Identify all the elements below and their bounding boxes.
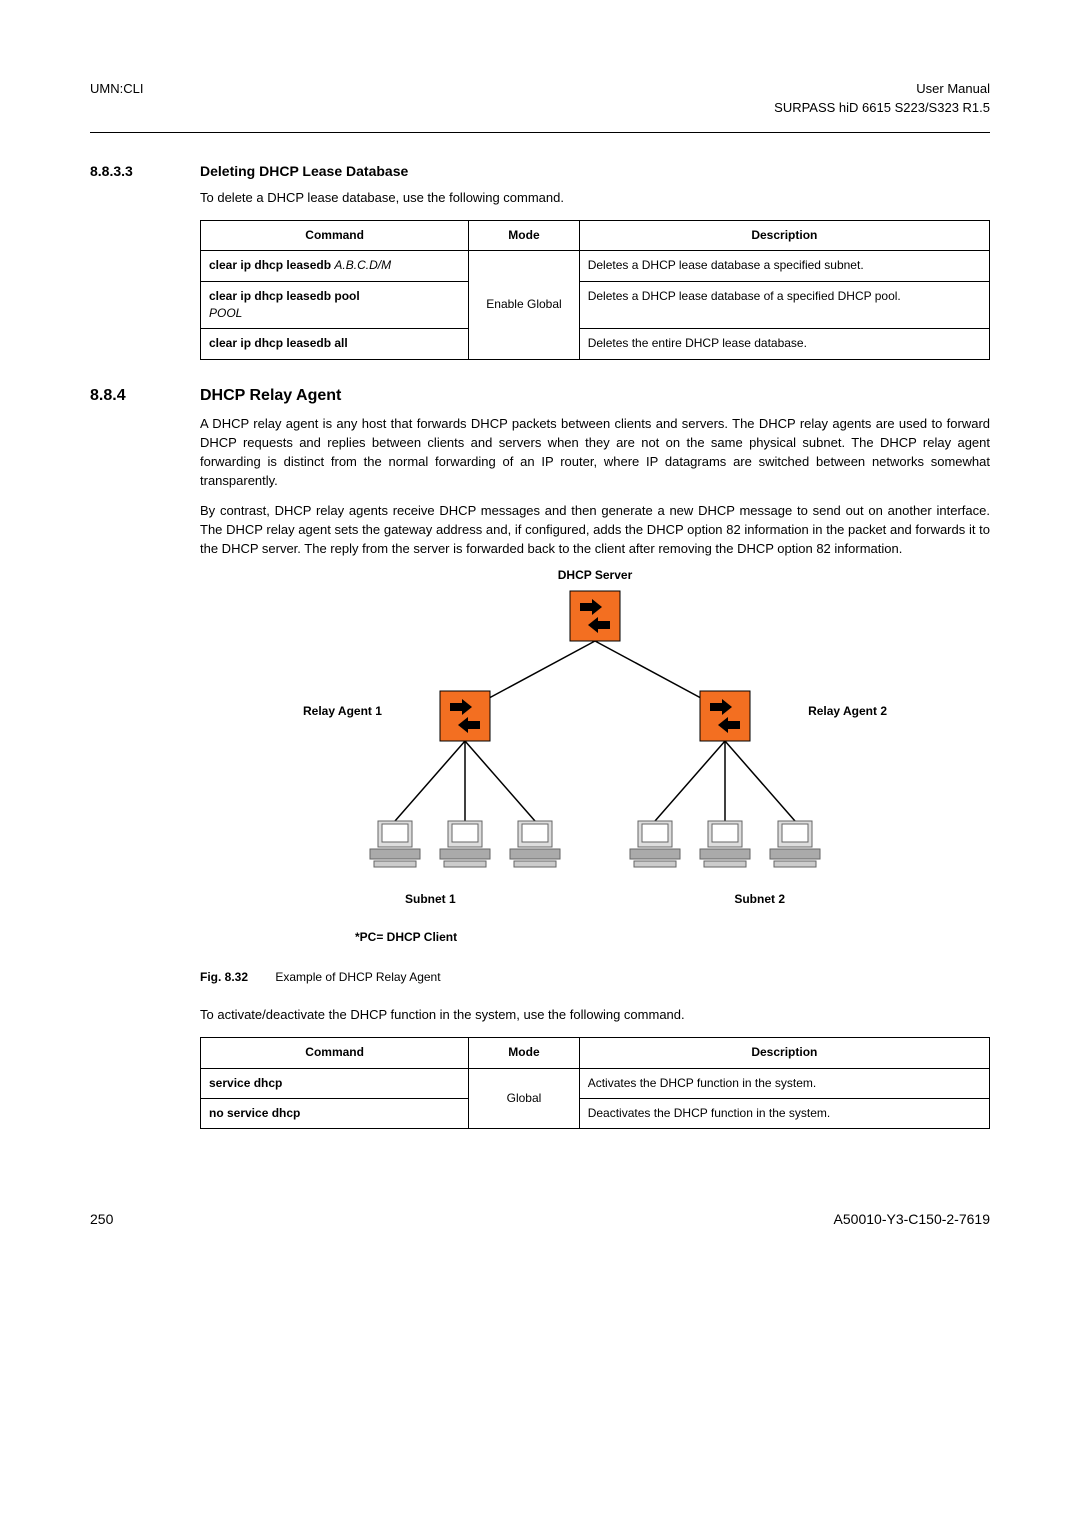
section2-p2: By contrast, DHCP relay agents receive D… [200, 502, 990, 559]
diagram-label-note: *PC= DHCP Client [355, 929, 457, 946]
table1-header-command: Command [201, 220, 469, 250]
figure-number: Fig. 8.32 [200, 970, 248, 984]
pc-icon [440, 821, 490, 867]
table-row: clear ip dhcp leasedb pool POOL Deletes a… [201, 281, 990, 329]
cell-cmd: clear ip dhcp leasedb all [209, 336, 348, 350]
header-divider [90, 132, 990, 133]
pc-icon [630, 821, 680, 867]
cell-mode: Global [469, 1068, 579, 1129]
section2-p1: A DHCP relay agent is any host that forw… [200, 415, 990, 490]
header-right: User Manual SURPASS hiD 6615 S223/S323 R… [774, 80, 990, 118]
relay-diagram: DHCP Server Relay Agent 1 Relay Agent 2 … [275, 571, 915, 951]
pc-icon [770, 821, 820, 867]
table-service-dhcp: Command Mode Description service dhcp Gl… [200, 1037, 990, 1129]
cell-cmd-arg: POOL [209, 306, 242, 320]
section-number: 8.8.3.3 [90, 161, 200, 181]
table1-header-mode: Mode [469, 220, 579, 250]
section-8-8-4-heading: 8.8.4 DHCP Relay Agent [90, 384, 990, 407]
cell-desc: Activates the DHCP function in the syste… [579, 1068, 989, 1098]
page-header: UMN:CLI User Manual SURPASS hiD 6615 S22… [90, 80, 990, 118]
cell-desc: Deletes the entire DHCP lease database. [579, 329, 989, 359]
footer-page-number: 250 [90, 1209, 113, 1229]
diagram-label-relay1: Relay Agent 1 [303, 703, 382, 720]
section-title: DHCP Relay Agent [200, 384, 341, 407]
network-diagram-svg [275, 571, 915, 951]
diagram-label-dhcp-server: DHCP Server [558, 567, 632, 584]
table1-header-description: Description [579, 220, 989, 250]
diagram-label-relay2: Relay Agent 2 [808, 703, 887, 720]
table2-intro: To activate/deactivate the DHCP function… [200, 1006, 990, 1025]
figure-caption-text: Example of DHCP Relay Agent [275, 970, 440, 984]
section-title: Deleting DHCP Lease Database [200, 161, 408, 181]
pc-icon [700, 821, 750, 867]
section-number: 8.8.4 [90, 384, 200, 407]
header-right-line2: SURPASS hiD 6615 S223/S323 R1.5 [774, 99, 990, 118]
table2-header-command: Command [201, 1038, 469, 1068]
table2-header-description: Description [579, 1038, 989, 1068]
table-row: no service dhcp Deactivates the DHCP fun… [201, 1098, 990, 1128]
diagram-label-subnet1: Subnet 1 [405, 891, 456, 908]
header-right-line1: User Manual [774, 80, 990, 99]
cell-desc: Deactivates the DHCP function in the sys… [579, 1098, 989, 1128]
cell-cmd: clear ip dhcp leasedb [209, 258, 334, 272]
section-8-8-3-3-heading: 8.8.3.3 Deleting DHCP Lease Database [90, 161, 990, 181]
cell-cmd: no service dhcp [209, 1106, 300, 1120]
diagram-label-subnet2: Subnet 2 [734, 891, 785, 908]
table-row: clear ip dhcp leasedb all Deletes the en… [201, 329, 990, 359]
cell-desc: Deletes a DHCP lease database a specifie… [579, 251, 989, 281]
footer-doc-number: A50010-Y3-C150-2-7619 [834, 1209, 990, 1229]
pc-icon [370, 821, 420, 867]
table-row: service dhcp Global Activates the DHCP f… [201, 1068, 990, 1098]
router-icon [440, 691, 490, 741]
cell-cmd: service dhcp [209, 1076, 282, 1090]
table2-header-mode: Mode [469, 1038, 579, 1068]
table-delete-lease: Command Mode Description clear ip dhcp l… [200, 220, 990, 360]
cell-cmd-arg: A.B.C.D/M [334, 258, 391, 272]
section1-intro: To delete a DHCP lease database, use the… [200, 189, 990, 208]
pc-icon [510, 821, 560, 867]
cell-desc: Deletes a DHCP lease database of a speci… [579, 281, 989, 329]
cell-cmd: clear ip dhcp leasedb pool [209, 289, 360, 303]
cell-mode: Enable Global [469, 251, 579, 360]
router-icon [700, 691, 750, 741]
router-icon [570, 591, 620, 641]
table-row: clear ip dhcp leasedb A.B.C.D/M Enable G… [201, 251, 990, 281]
figure-caption: Fig. 8.32 Example of DHCP Relay Agent [200, 969, 990, 986]
page-footer: 250 A50010-Y3-C150-2-7619 [90, 1209, 990, 1229]
header-left: UMN:CLI [90, 80, 143, 118]
